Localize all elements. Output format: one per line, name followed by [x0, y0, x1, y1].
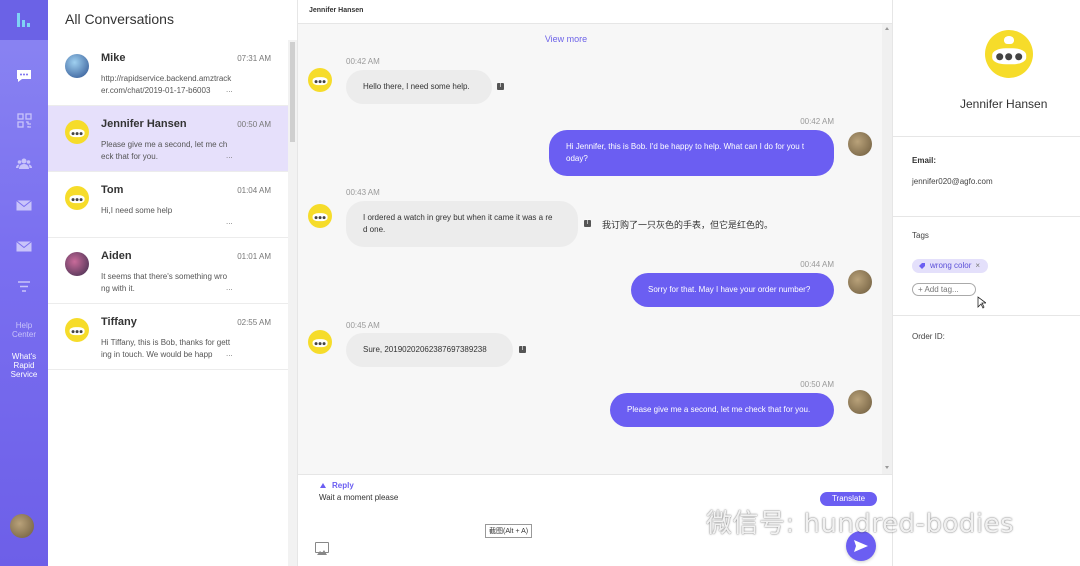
- help-center-link[interactable]: Help Center: [0, 321, 48, 339]
- translate-icon[interactable]: T: [519, 346, 526, 353]
- conversation-time: 02:55 AM: [237, 318, 271, 327]
- email-value: jennifer020@agfo.com: [912, 177, 993, 186]
- conversation-dots: ...: [226, 349, 233, 358]
- conversation-item[interactable]: Jennifer Hansen 00:50 AM Please give me a …: [48, 106, 288, 172]
- conversation-time: 01:01 AM: [237, 252, 271, 261]
- outgoing-message: Sorry for that. May I have your order nu…: [631, 273, 834, 307]
- message-timestamp: 00:42 AM: [346, 57, 380, 66]
- conversation-name: Tiffany: [101, 316, 137, 328]
- message-timestamp: 00:43 AM: [346, 188, 380, 197]
- divider: [893, 315, 1080, 316]
- conversation-name: Jennifer Hansen: [101, 118, 187, 130]
- message-timestamp: 00:45 AM: [346, 321, 380, 330]
- divider: [893, 136, 1080, 137]
- conversation-name: Tom: [101, 184, 124, 196]
- chat-panel: Jennifer Hansen View more 00:42 AM Hello …: [298, 0, 892, 566]
- conversation-time: 07:31 AM: [237, 54, 271, 63]
- conversation-time: 01:04 AM: [237, 186, 271, 195]
- translate-icon[interactable]: T: [584, 220, 591, 227]
- conversation-item[interactable]: Mike 07:31 AM http://rapidservice.backend.…: [48, 40, 288, 106]
- tag-icon: [919, 263, 925, 269]
- conversation-preview: Please give me a second, let me ch eck t…: [101, 140, 228, 161]
- conversation-preview: It seems that there's something wro ng w…: [101, 272, 228, 293]
- outgoing-message: Please give me a second, let me check th…: [610, 393, 834, 427]
- customer-avatar: [308, 68, 332, 92]
- mouse-cursor-icon: [977, 296, 986, 309]
- view-more-link[interactable]: View more: [298, 34, 834, 44]
- agent-avatar: [848, 132, 872, 156]
- conversation-avatar: [65, 54, 89, 78]
- agent-avatar: [848, 270, 872, 294]
- message-scrollbar[interactable]: [882, 24, 892, 474]
- incoming-message: I ordered a watch in grey but when it ca…: [346, 201, 578, 247]
- message-timestamp: 00:50 AM: [800, 380, 834, 389]
- qr-code-icon[interactable]: [10, 109, 38, 131]
- conversation-preview: http://rapidservice.backend.amztrack er.…: [101, 74, 232, 95]
- image-upload-icon[interactable]: [315, 542, 329, 555]
- add-tag-plus-icon: +: [918, 285, 923, 294]
- chat-header-title: Jennifer Hansen: [309, 7, 364, 14]
- incoming-message: Sure, 20190202062387697389238: [346, 333, 513, 367]
- add-tag-input[interactable]: + Add tag...: [912, 283, 976, 296]
- conversation-time: 00:50 AM: [237, 120, 271, 129]
- filter-lines-icon[interactable]: [10, 275, 38, 297]
- send-icon: [854, 540, 868, 552]
- conversation-list-panel: All Conversations Mike 07:31 AM http://rap…: [48, 0, 298, 566]
- app-logo[interactable]: [0, 0, 48, 40]
- screenshot-tooltip: 截图(Alt + A): [485, 524, 533, 538]
- conversation-avatar: [65, 252, 89, 276]
- chat-bubble-icon[interactable]: [10, 65, 38, 87]
- translate-icon[interactable]: T: [497, 83, 504, 90]
- message-translation: 我订购了一只灰色的手表，但它是红色的。: [602, 220, 774, 230]
- tag-chip[interactable]: wrong color ×: [912, 259, 989, 273]
- conversation-avatar: [65, 186, 89, 210]
- conversation-name: Aiden: [101, 250, 132, 262]
- conversation-item[interactable]: Aiden 01:01 AM It seems that there's somet…: [48, 238, 288, 304]
- message-timestamp: 00:42 AM: [800, 117, 834, 126]
- agent-avatar: [848, 390, 872, 414]
- contact-avatar: [985, 30, 1033, 78]
- conversation-avatar: [65, 120, 89, 144]
- mail-icon[interactable]: [10, 194, 38, 216]
- conversation-preview: Hi Tiffany, this is Bob, thanks for gett…: [101, 338, 231, 359]
- conversation-dots: ...: [226, 283, 233, 292]
- conversation-list-title: All Conversations: [65, 11, 174, 27]
- conversation-dots: ...: [226, 217, 233, 226]
- user-avatar[interactable]: [10, 514, 34, 538]
- conversation-list-scrollbar[interactable]: [288, 40, 297, 566]
- order-id-label: Order ID:: [912, 332, 945, 341]
- customer-avatar: [308, 204, 332, 228]
- tag-remove-icon[interactable]: ×: [975, 259, 980, 273]
- reply-input[interactable]: Wait a moment please: [319, 493, 398, 502]
- reply-caret-icon[interactable]: [320, 483, 326, 488]
- watermark: 微信号: hundred-bodies: [706, 509, 1015, 539]
- message-area: View more 00:42 AM Hello there, I need so…: [298, 24, 892, 474]
- conversation-item[interactable]: Tiffany 02:55 AM Hi Tiffany, this is Bob, …: [48, 304, 288, 370]
- add-tag-placeholder: Add tag...: [924, 285, 959, 294]
- chat-header: Jennifer Hansen: [298, 0, 892, 24]
- mail-icon[interactable]: [10, 235, 38, 257]
- contact-details-panel: Jennifer Hansen Email: jennifer020@agfo.…: [892, 0, 1080, 566]
- customer-avatar: [308, 330, 332, 354]
- people-icon[interactable]: [10, 152, 38, 174]
- whats-rapid-service-link[interactable]: What's Rapid Service: [0, 352, 48, 379]
- conversation-name: Mike: [101, 52, 126, 64]
- reply-label[interactable]: Reply: [332, 481, 354, 490]
- message-timestamp: 00:44 AM: [800, 260, 834, 269]
- conversation-item[interactable]: Tom 01:04 AM Hi,I need some help...: [48, 172, 288, 238]
- tags-label: Tags: [912, 231, 929, 240]
- incoming-message: Hello there, I need some help.: [346, 70, 492, 104]
- conversation-preview: Hi,I need some help: [101, 206, 173, 215]
- conversation-avatar: [65, 318, 89, 342]
- divider: [893, 216, 1080, 217]
- left-nav: Help Center What's Rapid Service: [0, 0, 48, 566]
- conversation-dots: ...: [226, 85, 233, 94]
- tag-label: wrong color: [930, 261, 972, 270]
- email-label: Email:: [912, 156, 937, 165]
- contact-name: Jennifer Hansen: [960, 97, 1048, 111]
- outgoing-message: Hi Jennifer, this is Bob. I'd be happy t…: [549, 130, 834, 176]
- conversation-dots: ...: [226, 151, 233, 160]
